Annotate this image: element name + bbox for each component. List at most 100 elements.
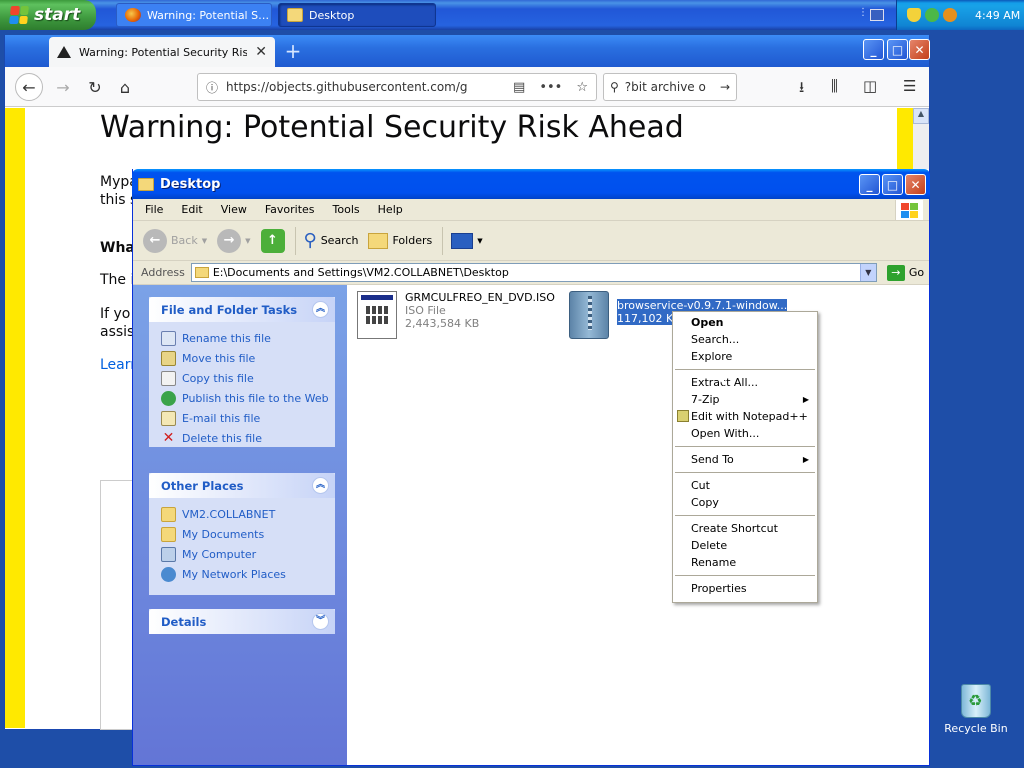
clock[interactable]: 4:49 AM — [975, 9, 1020, 22]
file-list: GRMCULFREO_EN_DVD.ISO ISO File 2,443,584… — [347, 285, 929, 765]
menu-help[interactable]: Help — [378, 203, 403, 216]
menu-file[interactable]: File — [145, 203, 163, 216]
reader-view-icon[interactable]: ▤ — [513, 80, 525, 95]
place-vm2-collabnet[interactable]: VM2.COLLABNET — [161, 504, 335, 524]
place-my-computer[interactable]: My Computer — [161, 544, 335, 564]
bookmark-star-icon[interactable]: ☆ — [576, 80, 588, 95]
back-button[interactable]: ← Back ▼ — [143, 228, 207, 253]
menu-favorites[interactable]: Favorites — [265, 203, 315, 216]
link-label: My Documents — [182, 527, 265, 541]
collapse-chevron-icon[interactable]: ︽ — [312, 477, 329, 494]
rename-file-link[interactable]: Rename this file — [161, 328, 335, 348]
link-label: My Computer — [182, 547, 257, 561]
close-button[interactable]: ✕ — [905, 174, 926, 195]
publish-file-link[interactable]: Publish this file to the Web — [161, 388, 335, 408]
menu-item-7zip[interactable]: 7-Zip ▶ — [673, 391, 817, 408]
search-input[interactable]: ?bit archive o — [625, 80, 714, 94]
tab-security-warning[interactable]: Warning: Potential Security Risk A ✕ — [49, 37, 275, 67]
menu-item-label: Edit with Notepad++ — [691, 410, 808, 423]
downloads-icon[interactable]: ⭳ — [799, 77, 804, 102]
up-folder-button[interactable]: ↑ — [260, 228, 285, 253]
url-bar[interactable]: ⓘ https://objects.githubusercontent.com/… — [197, 73, 597, 101]
explorer-titlebar: Desktop — [132, 169, 930, 199]
views-button[interactable]: ▼ — [451, 232, 483, 249]
address-input[interactable]: E:\Documents and Settings\VM2.COLLABNET\… — [190, 263, 877, 282]
computer-icon — [161, 546, 176, 562]
dropdown-arrow-icon[interactable]: ▼ — [245, 237, 250, 245]
menu-edit[interactable]: Edit — [181, 203, 202, 216]
copy-file-link[interactable]: Copy this file — [161, 368, 335, 388]
panel-header[interactable]: Other Places ︽ — [149, 473, 335, 498]
minimize-button[interactable]: _ — [859, 174, 880, 195]
start-button[interactable]: start — [0, 0, 96, 30]
menu-item-copy[interactable]: Copy — [673, 494, 817, 511]
menu-item-cut[interactable]: Cut — [673, 477, 817, 494]
url-input[interactable]: https://objects.githubusercontent.com/g — [226, 80, 505, 94]
menu-item-create-shortcut[interactable]: Create Shortcut — [673, 520, 817, 537]
menu-item-delete[interactable]: Delete — [673, 537, 817, 554]
library-icon[interactable]: ⫼ — [831, 77, 838, 95]
menu-tools[interactable]: Tools — [333, 203, 360, 216]
search-bar[interactable]: ⚲ ?bit archive o → — [603, 73, 737, 101]
menu-item-send-to[interactable]: Send To ▶ — [673, 451, 817, 468]
recycle-bin[interactable]: Recycle Bin — [944, 684, 1008, 735]
taskbar-item-label: Desktop — [309, 8, 355, 22]
home-icon[interactable]: ⌂ — [111, 73, 139, 101]
forward-button[interactable]: → ▼ — [217, 228, 251, 253]
new-tab-icon[interactable]: + — [281, 39, 305, 63]
menu-item-open[interactable]: Open — [673, 314, 817, 331]
place-my-documents[interactable]: My Documents — [161, 524, 335, 544]
menu-item-rename[interactable]: Rename — [673, 554, 817, 571]
menu-item-open-with[interactable]: Open With... — [673, 425, 817, 442]
taskbar-item-firefox[interactable]: Warning: Potential Se... — [116, 3, 272, 27]
menu-hamburger-icon[interactable]: ☰ — [903, 77, 916, 95]
maximize-button[interactable]: □ — [882, 174, 903, 195]
email-file-link[interactable]: E-mail this file — [161, 408, 335, 428]
dropdown-arrow-icon[interactable]: ▼ — [477, 237, 482, 245]
security-shield-icon[interactable] — [907, 8, 921, 22]
address-dropdown-icon[interactable]: ▼ — [859, 264, 876, 281]
search-go-arrow-icon[interactable]: → — [720, 80, 736, 94]
menu-item-search[interactable]: Search... — [673, 331, 817, 348]
menu-item-edit-notepadpp[interactable]: Edit with Notepad++ — [673, 408, 817, 425]
back-arrow-icon[interactable]: ← — [15, 73, 43, 101]
maximize-button[interactable]: □ — [887, 39, 908, 60]
dropdown-arrow-icon[interactable]: ▼ — [202, 237, 207, 245]
search-magnifier-icon: ⚲ — [303, 230, 317, 251]
tab-close-icon[interactable]: ✕ — [255, 44, 267, 60]
address-label: Address — [141, 266, 185, 279]
address-value[interactable]: E:\Documents and Settings\VM2.COLLABNET\… — [213, 266, 509, 279]
link-label: Rename this file — [182, 331, 271, 345]
menu-item-properties[interactable]: Properties — [673, 580, 817, 597]
expand-chevron-icon[interactable]: ︾ — [312, 613, 329, 630]
folders-button[interactable]: Folders — [368, 232, 432, 249]
minimize-button[interactable]: _ — [863, 39, 884, 60]
panel-title: Details — [161, 614, 207, 629]
go-button[interactable]: → Go — [886, 264, 924, 281]
taskbar-item-desktop[interactable]: Desktop — [278, 3, 436, 27]
collapse-chevron-icon[interactable]: ︽ — [312, 301, 329, 318]
delete-file-link[interactable]: ✕ Delete this file — [161, 428, 335, 448]
file-item-iso[interactable]: GRMCULFREO_EN_DVD.ISO ISO File 2,443,584… — [357, 291, 555, 339]
close-button[interactable]: ✕ — [909, 39, 930, 60]
section-heading-fragment: Wha — [100, 240, 135, 256]
menu-item-explore[interactable]: Explore — [673, 348, 817, 365]
menu-view[interactable]: View — [221, 203, 247, 216]
forward-arrow-icon[interactable]: → — [49, 73, 77, 101]
page-actions-icon[interactable]: ••• — [539, 80, 562, 95]
place-my-network-places[interactable]: My Network Places — [161, 564, 335, 584]
move-file-link[interactable]: Move this file — [161, 348, 335, 368]
reload-icon[interactable]: ↻ — [81, 73, 109, 101]
sidebar-icon[interactable]: ◫ — [863, 77, 877, 95]
search-tray-icon[interactable] — [943, 8, 957, 22]
scroll-up-arrow-icon[interactable]: ▲ — [913, 108, 929, 124]
panel-header[interactable]: Details ︾ — [149, 609, 335, 634]
keyboard-icon[interactable] — [870, 9, 884, 21]
start-label: start — [34, 5, 81, 25]
panel-header[interactable]: File and Folder Tasks ︽ — [149, 297, 335, 322]
search-button[interactable]: ⚲ Search — [304, 230, 359, 251]
info-icon[interactable]: ⓘ — [206, 79, 218, 96]
menu-item-extract-all[interactable]: Extract All... — [673, 374, 817, 391]
network-icon[interactable] — [925, 8, 939, 22]
submenu-arrow-icon: ▶ — [802, 395, 809, 404]
